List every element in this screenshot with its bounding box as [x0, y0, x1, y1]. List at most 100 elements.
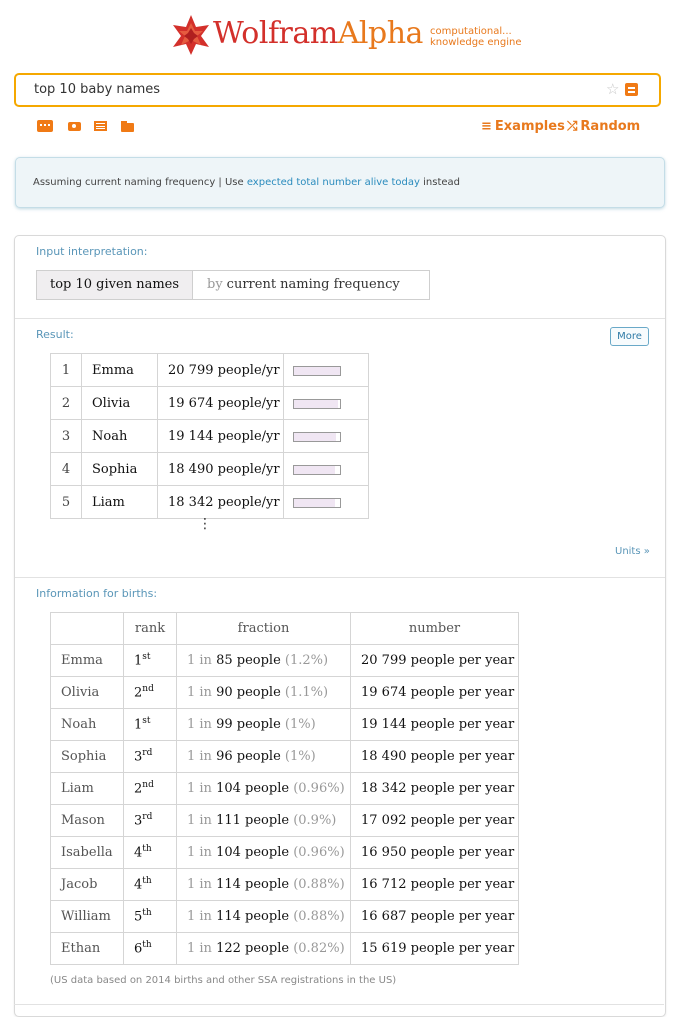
- births-number: 19 674 people per year: [350, 676, 519, 709]
- keyboard-icon[interactable]: [37, 120, 53, 132]
- births-rank-suffix: nd: [142, 780, 154, 791]
- interpretation-criterion: current naming frequency: [226, 277, 400, 292]
- folder-icon[interactable]: [120, 120, 136, 132]
- births-rank-suffix: th: [142, 876, 152, 887]
- births-fraction: 1 in 99 people (1%): [176, 708, 351, 741]
- births-number-value: 16 712: [361, 877, 407, 892]
- pod-divider: [14, 1004, 664, 1005]
- result-unit: people/yr: [217, 395, 280, 411]
- births-fraction-unit: people: [236, 653, 281, 668]
- result-name: Olivia: [81, 386, 158, 420]
- births-percent: (0.88%): [293, 877, 345, 892]
- result-value: 19 144: [168, 428, 214, 444]
- births-rank: 6th: [123, 932, 177, 965]
- star-icon[interactable]: ☆: [606, 80, 619, 98]
- result-value: 20 799: [168, 362, 214, 378]
- random-label: Random: [580, 119, 641, 134]
- births-rank: 3rd: [123, 740, 177, 773]
- births-number-unit: people per year: [410, 845, 515, 860]
- births-fraction-value: 96: [216, 749, 233, 764]
- result-bar-cell: [283, 353, 369, 387]
- births-number-value: 20 799: [361, 653, 407, 668]
- result-value-cell: 19 144 people/yr: [157, 419, 284, 453]
- births-one-in: 1 in: [187, 685, 212, 700]
- result-row: 3 Noah 19 144 people/yr: [50, 419, 369, 453]
- result-value: 19 674: [168, 395, 214, 411]
- births-name: Isabella: [50, 836, 124, 869]
- orange-menu-icon[interactable]: [625, 83, 638, 96]
- births-number-value: 16 950: [361, 845, 407, 860]
- births-name: Ethan: [50, 932, 124, 965]
- examples-link[interactable]: ≡ Examples: [481, 119, 565, 134]
- births-percent: (1%): [284, 749, 316, 764]
- births-number-unit: people per year: [410, 877, 515, 892]
- result-table: 1 Emma 20 799 people/yr 2 Olivia 19 674 peopl…: [50, 353, 369, 519]
- births-one-in: 1 in: [187, 749, 212, 764]
- units-link[interactable]: Units »: [615, 546, 650, 557]
- assumption-alternative-link[interactable]: expected total number alive today: [247, 177, 420, 188]
- births-fraction-value: 111: [216, 813, 241, 828]
- births-percent: (0.96%): [293, 845, 345, 860]
- result-name: Sophia: [81, 452, 158, 486]
- births-fraction-value: 104: [216, 781, 241, 796]
- births-percent: (0.88%): [293, 909, 345, 924]
- result-bar-fill: [294, 367, 340, 375]
- logo-wolfram-text: Wolfram: [213, 16, 338, 51]
- births-name: Jacob: [50, 868, 124, 901]
- result-bar: [293, 366, 341, 376]
- births-header-row: rank fraction number: [50, 612, 519, 645]
- search-input[interactable]: [32, 81, 576, 98]
- births-row: Emma 1st 1 in 85 people (1.2%) 20 799 peopl…: [50, 644, 519, 677]
- interpretation-criterion-cell: by current naming frequency: [207, 277, 400, 292]
- births-one-in: 1 in: [187, 653, 212, 668]
- table-icon[interactable]: [93, 120, 109, 132]
- result-bar-cell: [283, 485, 369, 519]
- births-rank-suffix: st: [142, 716, 151, 727]
- result-name: Liam: [81, 485, 158, 519]
- more-button[interactable]: More: [610, 327, 649, 346]
- result-value-cell: 18 342 people/yr: [157, 485, 284, 519]
- births-number: 18 490 people per year: [350, 740, 519, 773]
- search-box[interactable]: ☆: [14, 73, 661, 107]
- births-number-unit: people per year: [410, 909, 515, 924]
- births-rank-suffix: th: [142, 844, 152, 855]
- births-percent: (0.9%): [293, 813, 337, 828]
- births-name: William: [50, 900, 124, 933]
- interpretation-query: top 10 given names: [50, 277, 180, 292]
- examples-label: Examples: [494, 119, 565, 134]
- pod-divider: [15, 318, 665, 319]
- result-row: 1 Emma 20 799 people/yr: [50, 353, 369, 387]
- births-column-header: number: [350, 612, 519, 645]
- random-link[interactable]: ⤮ Random: [567, 119, 640, 134]
- births-table: rank fraction number Emma 1st 1 in 85 people …: [50, 612, 519, 965]
- result-value-cell: 18 490 people/yr: [157, 452, 284, 486]
- births-fraction-value: 85: [216, 653, 233, 668]
- births-number: 15 619 people per year: [350, 932, 519, 965]
- births-fraction-value: 90: [216, 685, 233, 700]
- result-rank: 2: [50, 386, 82, 420]
- births-rank-suffix: rd: [142, 812, 153, 823]
- births-number-value: 19 144: [361, 717, 407, 732]
- births-column-header: rank: [123, 612, 177, 645]
- births-number: 16 712 people per year: [350, 868, 519, 901]
- births-number-unit: people per year: [410, 749, 515, 764]
- result-unit: people/yr: [217, 362, 280, 378]
- births-number: 18 342 people per year: [350, 772, 519, 805]
- logo-alpha-text: Alpha: [337, 16, 424, 51]
- births-percent: (1.1%): [284, 685, 329, 700]
- births-fraction-unit: people: [245, 813, 290, 828]
- result-bar-fill: [294, 400, 338, 408]
- logo-wordmark: WolframAlpha: [213, 16, 423, 51]
- births-one-in: 1 in: [187, 941, 212, 956]
- births-fraction-unit: people: [245, 877, 290, 892]
- result-name: Emma: [81, 353, 158, 387]
- random-shuffle-icon: ⤮: [567, 119, 578, 134]
- births-one-in: 1 in: [187, 845, 212, 860]
- births-rank-suffix: st: [142, 652, 151, 663]
- wolfram-spikey-logo-icon: [173, 15, 209, 55]
- births-one-in: 1 in: [187, 813, 212, 828]
- camera-icon[interactable]: [67, 120, 83, 132]
- births-name: Sophia: [50, 740, 124, 773]
- wolfram-alpha-logo[interactable]: WolframAlpha computational... knowledge …: [171, 14, 531, 58]
- result-name: Noah: [81, 419, 158, 453]
